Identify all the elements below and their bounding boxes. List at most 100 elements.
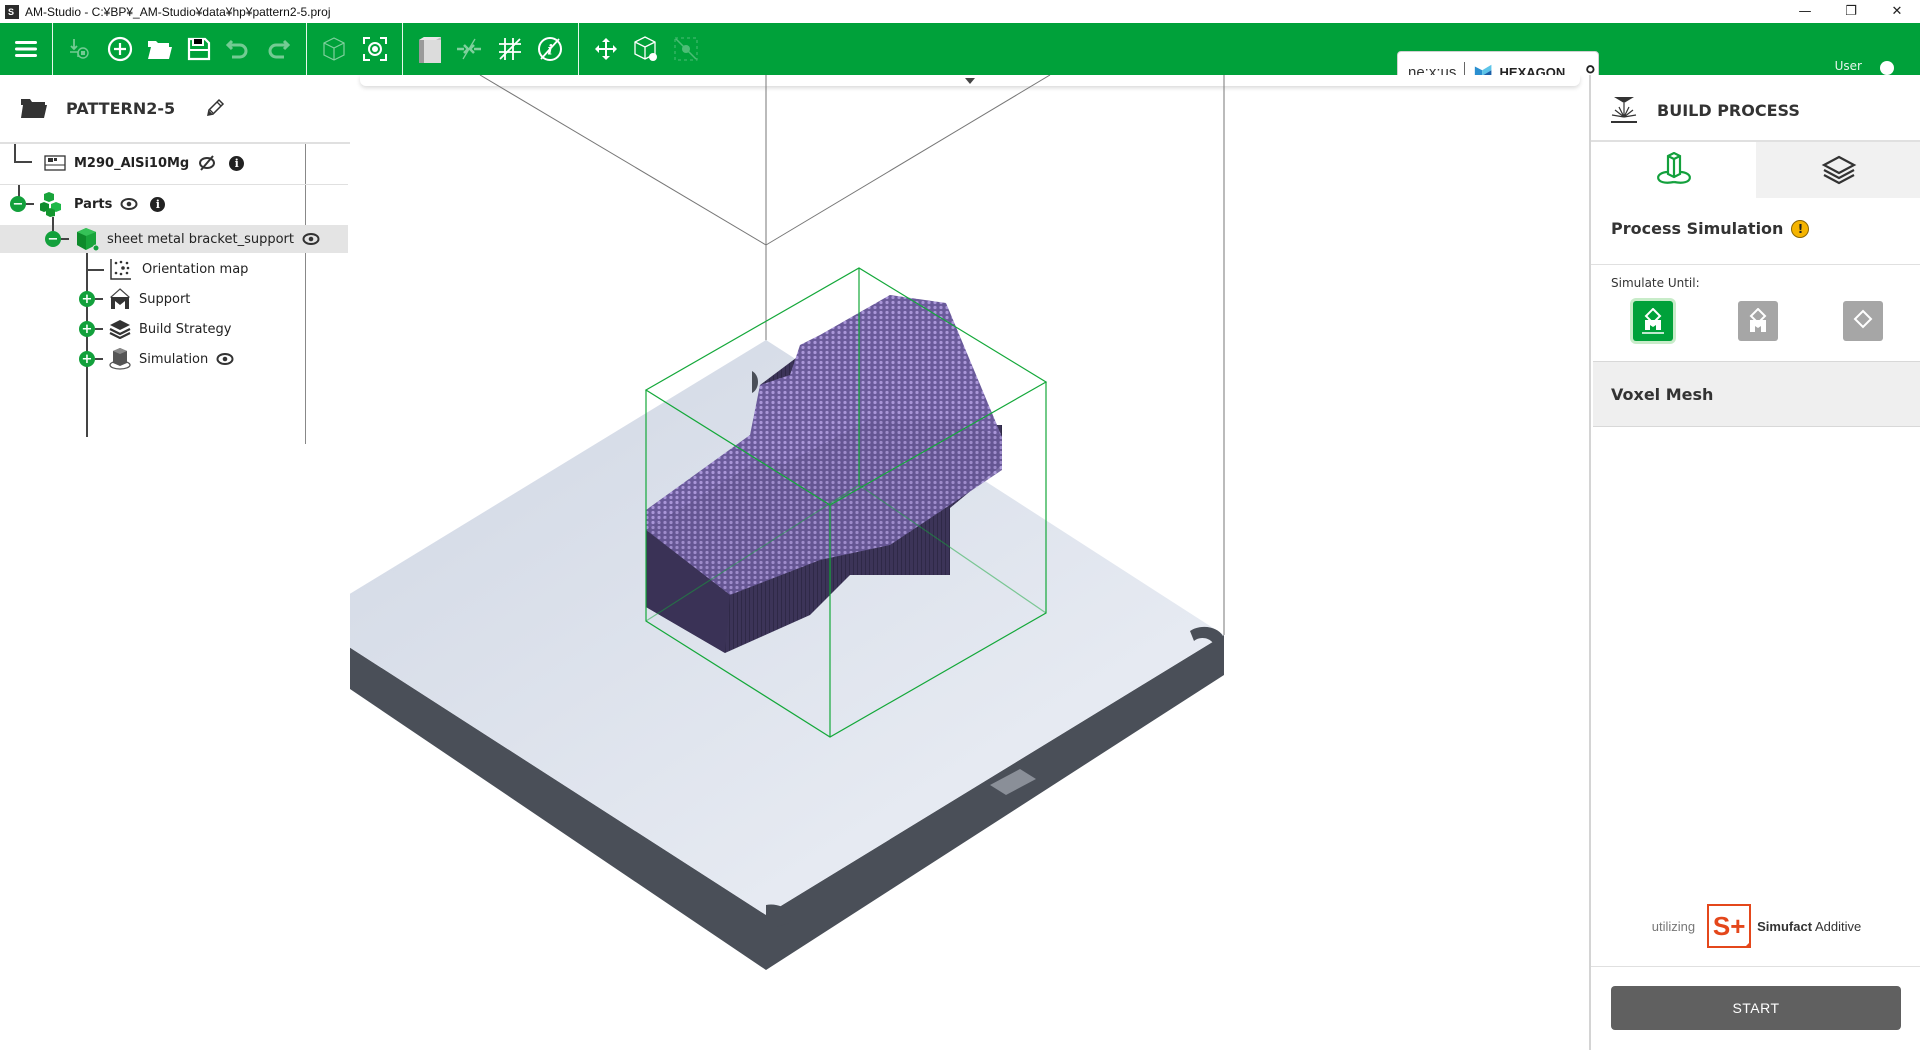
new-button[interactable] (100, 23, 140, 75)
visibility-icon[interactable] (302, 232, 320, 246)
edit-pencil-icon[interactable] (205, 98, 225, 118)
tree-item-label: Support (139, 291, 191, 307)
tab-layers[interactable] (1756, 142, 1920, 198)
part-only-icon (1853, 309, 1873, 329)
close-button[interactable]: ✕ (1874, 0, 1920, 23)
scale-button[interactable] (666, 23, 706, 75)
visibility-icon[interactable] (216, 352, 234, 366)
tree-scroll-divider (305, 144, 306, 444)
visibility-icon[interactable] (120, 197, 138, 211)
collapse-icon[interactable]: − (45, 231, 61, 247)
panel-title: BUILD PROCESS (1657, 100, 1800, 120)
layers-icon (109, 320, 131, 339)
tree-item-simulation[interactable]: + Simulation (79, 345, 234, 373)
parts-icon (40, 192, 61, 217)
grid-off-icon (499, 38, 521, 60)
voxel-mesh-section[interactable]: Voxel Mesh (1593, 361, 1920, 427)
panel-tabs (1591, 142, 1920, 198)
import-icon (70, 39, 89, 59)
simufact-logo-icon: S+ (1707, 904, 1752, 948)
import-button[interactable] (60, 23, 100, 75)
tree-item-orientation-map[interactable]: Orientation map (110, 255, 248, 283)
simulate-option-part[interactable] (1843, 301, 1883, 341)
panel-header: BUILD PROCESS (1609, 93, 1800, 127)
simulate-option-support[interactable] (1738, 301, 1778, 341)
info-icon[interactable]: i (150, 196, 166, 212)
move-button[interactable] (586, 23, 626, 75)
menu-button[interactable] (6, 23, 46, 75)
view-cube-button[interactable] (314, 23, 354, 75)
tree-item-label: Parts (74, 196, 113, 212)
open-button[interactable] (140, 23, 180, 75)
redo-icon (268, 39, 290, 59)
scene-canvas[interactable]: Z Y X (350, 75, 1589, 1050)
start-button[interactable]: START (1611, 986, 1901, 1030)
add-icon (107, 36, 133, 62)
simulate-option-full[interactable] (1633, 301, 1673, 341)
simufact-name: Simufact Additive (1757, 919, 1861, 934)
expand-icon[interactable]: + (79, 321, 95, 337)
tree-connector (26, 203, 34, 205)
tree-connector (95, 328, 103, 330)
section-title: Process Simulation (1611, 219, 1784, 238)
fit-view-button[interactable] (355, 23, 395, 75)
info-off-icon: i (538, 37, 562, 61)
divider (1591, 966, 1920, 967)
laser-build-icon (1611, 97, 1637, 123)
undo-icon (226, 39, 248, 59)
section-button[interactable] (449, 23, 489, 75)
tree-item-build-strategy[interactable]: + Build Strategy (79, 315, 231, 343)
cube-point-icon (634, 36, 657, 61)
support-icon (110, 288, 130, 309)
project-tree-panel: PATTERN2-5 M290_AlSi10Mg i − Parts i − s… (0, 75, 350, 1050)
tree-connector (14, 144, 16, 162)
section-icon (457, 38, 481, 60)
undo-button[interactable] (218, 23, 258, 75)
part-cube-icon (77, 228, 99, 251)
simufact-name-bold: Simufact (1757, 918, 1813, 934)
scale-icon (674, 37, 698, 61)
folder-icon (21, 99, 47, 118)
save-button[interactable] (179, 23, 219, 75)
grid-button[interactable] (490, 23, 530, 75)
tree-connector (61, 238, 69, 240)
save-icon (187, 37, 211, 61)
tree-item-support[interactable]: + Support (79, 285, 190, 313)
shaded-button[interactable] (410, 23, 450, 75)
tree-item-label: sheet metal bracket_support (107, 231, 294, 247)
fit-view-icon (363, 37, 387, 61)
orientation-map-icon (110, 259, 131, 280)
tab-simulation[interactable] (1591, 142, 1756, 198)
simulate-until-label: Simulate Until: (1611, 276, 1700, 290)
visibility-off-icon[interactable] (197, 155, 217, 171)
support-icon (1749, 308, 1767, 332)
simulation-icon (109, 348, 131, 370)
tree-connector (95, 298, 103, 300)
support-plate-icon (1642, 308, 1664, 334)
tree-item-machine[interactable]: M290_AlSi10Mg i (44, 149, 245, 177)
tree-item-label: Simulation (139, 351, 209, 367)
collapse-icon[interactable]: − (10, 196, 26, 212)
build-process-panel: BUILD PROCESS Process Simulation ! Simul… (1589, 75, 1920, 1050)
info-icon[interactable]: i (229, 155, 245, 171)
toolbar-separator (52, 23, 53, 75)
redo-button[interactable] (258, 23, 298, 75)
expand-icon[interactable]: + (79, 351, 95, 367)
open-folder-icon (148, 41, 172, 59)
simufact-attribution: utilizing S+ Simufact Additive (1591, 903, 1920, 949)
minimize-button[interactable]: — (1782, 0, 1828, 23)
expand-icon[interactable]: + (79, 291, 95, 307)
tree-item-part[interactable]: − sheet metal bracket_support (0, 217, 348, 253)
3d-viewport[interactable]: Z Y X (350, 75, 1589, 1050)
restore-button[interactable]: ❐ (1828, 0, 1874, 23)
toolbar-separator (578, 23, 579, 75)
divider (0, 184, 348, 185)
simufact-name-rest: Additive (1812, 918, 1862, 934)
pick-button[interactable] (626, 23, 666, 75)
tree-item-parts[interactable]: − Parts i (10, 190, 166, 218)
wireframe-cube-icon (323, 37, 345, 61)
info-toggle-button[interactable]: i (530, 23, 570, 75)
title-bar: AM-Studio - C:¥BP¥_AM-Studio¥data¥hp¥pat… (0, 0, 1920, 23)
warning-icon[interactable]: ! (1791, 219, 1810, 238)
tree-connector (95, 358, 103, 360)
